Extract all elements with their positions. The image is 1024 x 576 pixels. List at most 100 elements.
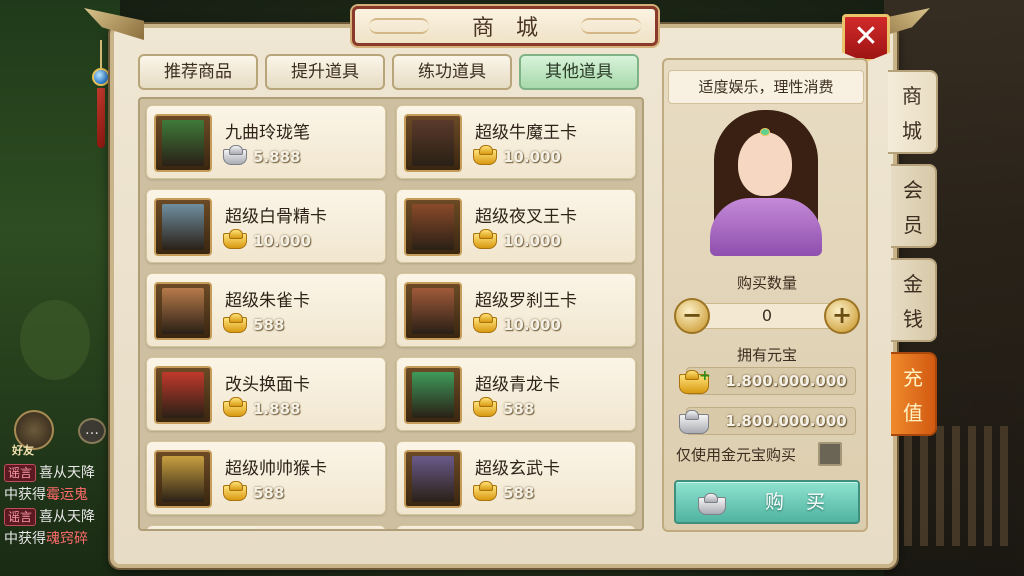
product-list[interactable]: 九曲玲珑笔 5.888 超级牛魔王卡 10.000 超级白骨精卡 10.000 超级夜叉王卡… xyxy=(138,97,644,531)
side-tab-recharge[interactable]: 充 值 xyxy=(891,352,937,436)
shopkeeper-portrait xyxy=(700,106,832,256)
yaksha-king-card-icon xyxy=(412,204,454,250)
increase-quantity-button[interactable]: + xyxy=(824,298,860,334)
chat-text: 喜从天降 xyxy=(39,465,96,481)
product-price-value: 588 xyxy=(503,400,535,418)
chat-bubble-icon[interactable]: … xyxy=(78,418,106,444)
product-item[interactable]: 超级牛魔王卡 10.000 xyxy=(396,105,636,179)
product-price: 588 xyxy=(223,313,285,334)
product-name: 超级牛魔王卡 xyxy=(475,123,577,143)
product-thumbnail xyxy=(154,282,212,340)
azure-dragon-card-icon xyxy=(412,372,454,418)
product-item[interactable]: 超级白骨精卡 10.000 xyxy=(146,189,386,263)
title-plaque: 商城 xyxy=(352,6,658,46)
product-name: 改头换面卡 xyxy=(225,375,310,395)
silver-ingot-icon xyxy=(698,493,726,515)
black-tortoise-card-icon xyxy=(412,456,454,502)
product-name: 九曲玲珑笔 xyxy=(225,123,310,143)
page-title: 商城 xyxy=(471,16,560,41)
product-item[interactable]: 九曲玲珑笔 5.888 xyxy=(146,105,386,179)
tab-other-items[interactable]: 其他道具 xyxy=(519,54,639,90)
gold-ingot-icon xyxy=(473,481,497,501)
chat-text: 中获得 xyxy=(4,487,46,503)
product-item-partial[interactable] xyxy=(396,525,636,529)
opera-mask-card-icon xyxy=(162,372,204,418)
gold-only-label: 仅使用金元宝购买 xyxy=(676,446,797,464)
gold-ingot-icon xyxy=(473,313,497,333)
product-item[interactable]: 超级帅帅猴卡 588 xyxy=(146,441,386,515)
product-price-value: 588 xyxy=(503,484,535,502)
hanging-pendant-ornament xyxy=(92,40,110,150)
tab-training-items[interactable]: 练功道具 xyxy=(392,54,512,90)
add-gold-icon[interactable]: + xyxy=(699,368,711,384)
product-price-value: 10.000 xyxy=(503,148,561,166)
product-item[interactable]: 改头换面卡 1.888 xyxy=(146,357,386,431)
side-tab-char: 值 xyxy=(903,401,923,425)
side-tab-char: 金 xyxy=(903,272,923,296)
silver-balance: 1.800.000.000 xyxy=(679,407,856,435)
product-price-value: 588 xyxy=(253,484,285,502)
chat-tag: 谣言 xyxy=(4,464,37,482)
product-item[interactable]: 超级罗刹王卡 10.000 xyxy=(396,273,636,347)
slogan: 适度娱乐，理性消费 xyxy=(668,70,864,104)
decrease-quantity-button[interactable]: − xyxy=(674,298,710,334)
side-tab-membership[interactable]: 会 员 xyxy=(891,164,937,248)
quantity-label: 购买数量 xyxy=(736,274,797,292)
product-item[interactable]: 超级玄武卡 588 xyxy=(396,441,636,515)
product-name: 超级罗刹王卡 xyxy=(475,291,577,311)
close-button[interactable]: ✕ xyxy=(842,14,890,62)
gold-ingot-icon xyxy=(223,313,247,333)
tab-upgrade-items[interactable]: 提升道具 xyxy=(265,54,385,90)
product-thumbnail xyxy=(154,450,212,508)
gold-ingot-icon xyxy=(473,229,497,249)
side-tab-char: 钱 xyxy=(903,307,923,331)
product-item[interactable]: 超级夜叉王卡 10.000 xyxy=(396,189,636,263)
gold-ingot-icon xyxy=(223,481,247,501)
product-item-partial[interactable] xyxy=(146,525,386,529)
product-grid: 九曲玲珑笔 5.888 超级牛魔王卡 10.000 超级白骨精卡 10.000 超级夜叉王卡… xyxy=(146,105,636,529)
white-bone-demon-card-icon xyxy=(162,204,204,250)
product-price-value: 588 xyxy=(253,316,285,334)
chat-line: 谣言 喜从天降 xyxy=(4,462,114,484)
side-tab-money[interactable]: 金 钱 xyxy=(891,258,937,342)
product-price: 1.888 xyxy=(223,397,301,418)
gold-ingot-icon xyxy=(473,397,497,417)
product-price-value: 5.888 xyxy=(253,148,301,166)
side-tab-char: 会 xyxy=(903,178,923,202)
chat-line: 中获得霉运鬼 xyxy=(4,484,114,506)
gold-only-checkbox[interactable] xyxy=(818,442,842,466)
handsome-monkey-card-icon xyxy=(162,456,204,502)
product-thumbnail xyxy=(404,450,462,508)
chat-line: 谣言 喜从天降 xyxy=(4,506,114,528)
side-tab-char: 员 xyxy=(903,213,923,237)
product-thumbnail xyxy=(404,198,462,256)
quantity-stepper: 0 − + xyxy=(674,298,860,334)
tab-recommended[interactable]: 推荐商品 xyxy=(138,54,258,90)
side-tab-char: 商 xyxy=(902,84,922,108)
product-name: 超级青龙卡 xyxy=(475,375,560,395)
chat-log: 谣言 喜从天降 中获得霉运鬼 谣言 喜从天降 中获得魂窍碎 xyxy=(4,462,114,550)
product-name: 超级夜叉王卡 xyxy=(475,207,577,227)
product-name: 超级白骨精卡 xyxy=(225,207,327,227)
cloud-ornament-icon xyxy=(581,18,641,34)
side-tab-shop[interactable]: 商 城 xyxy=(888,70,938,154)
chat-text: 中获得 xyxy=(4,531,46,547)
product-price: 588 xyxy=(473,397,535,418)
product-thumbnail xyxy=(154,198,212,256)
product-price-value: 10.000 xyxy=(253,232,311,250)
purchase-panel: 适度娱乐，理性消费 购买数量 0 − + 拥有元宝 + 1.800.000.00… xyxy=(662,58,868,532)
background-fence xyxy=(904,426,1014,546)
silver-ingot-icon xyxy=(223,145,247,165)
cloud-ornament-icon xyxy=(369,18,429,34)
buy-button-label: 购买 xyxy=(764,491,847,513)
product-item[interactable]: 超级朱雀卡 588 xyxy=(146,273,386,347)
product-price: 10.000 xyxy=(473,229,561,250)
buy-button[interactable]: 购买 xyxy=(674,480,860,524)
quantity-field[interactable]: 0 xyxy=(704,303,830,329)
product-price-value: 1.888 xyxy=(253,400,301,418)
rakshasa-king-card-icon xyxy=(412,288,454,334)
product-item[interactable]: 超级青龙卡 588 xyxy=(396,357,636,431)
chat-line: 中获得魂窍碎 xyxy=(4,528,114,550)
chat-highlight: 魂窍碎 xyxy=(46,531,88,547)
category-tabs: 推荐商品 提升道具 练功道具 其他道具 xyxy=(138,54,639,90)
